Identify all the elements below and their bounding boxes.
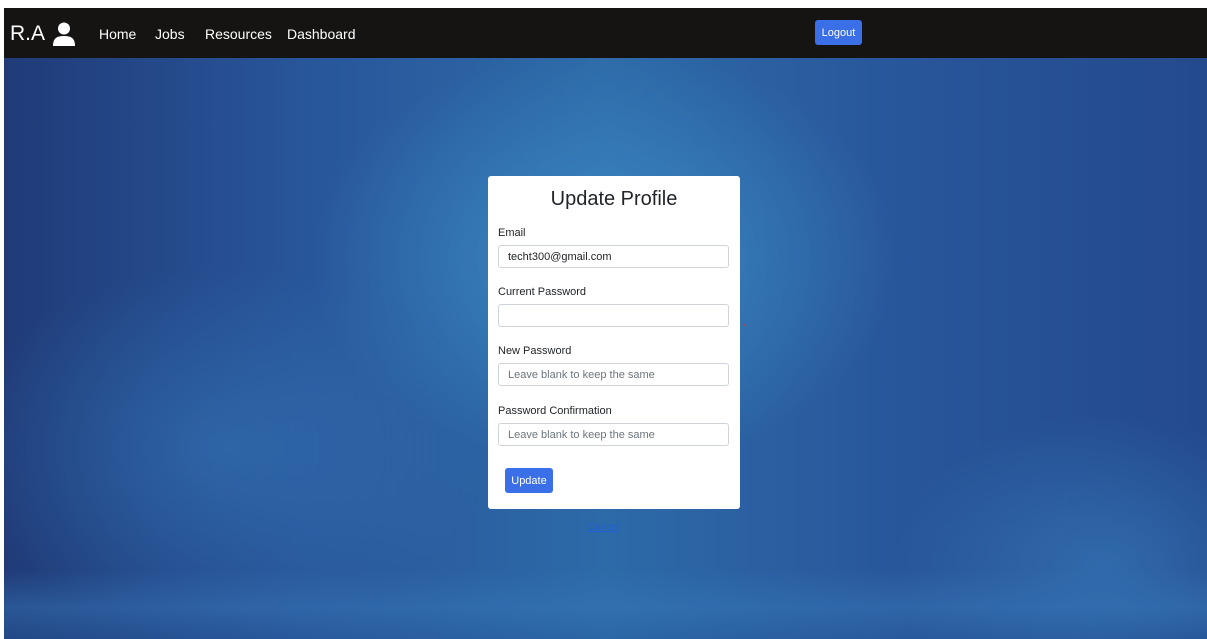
password-confirmation-label: Password Confirmation: [498, 405, 612, 417]
email-label: Email: [498, 227, 526, 239]
update-profile-card: Update Profile Email Current Password Ne…: [488, 176, 740, 509]
background-floor: [4, 569, 1207, 639]
current-password-field[interactable]: [498, 304, 729, 327]
page-title: Update Profile: [550, 188, 678, 210]
brand[interactable]: R.A: [10, 21, 76, 47]
page-background: R.A Home Jobs Resources Dashboard Logout…: [4, 8, 1207, 639]
red-dot: [744, 324, 746, 326]
logout-button[interactable]: Logout: [815, 20, 862, 45]
nav-resources[interactable]: Resources: [205, 26, 272, 42]
nav-jobs[interactable]: Jobs: [155, 26, 185, 42]
nav-dashboard[interactable]: Dashboard: [287, 26, 356, 42]
nav-home[interactable]: Home: [99, 26, 136, 42]
password-confirmation-field[interactable]: [498, 423, 729, 446]
brand-text[interactable]: R.A: [10, 21, 45, 47]
user-icon: [53, 22, 76, 46]
update-button[interactable]: Update: [505, 468, 553, 493]
current-password-label: Current Password: [498, 286, 587, 298]
navbar: R.A Home Jobs Resources Dashboard Logout: [4, 8, 1207, 58]
email-field[interactable]: [498, 245, 729, 268]
new-password-label: New Password: [498, 345, 572, 357]
cancel-link[interactable]: Cancel: [588, 522, 619, 534]
new-password-field[interactable]: [498, 363, 729, 386]
